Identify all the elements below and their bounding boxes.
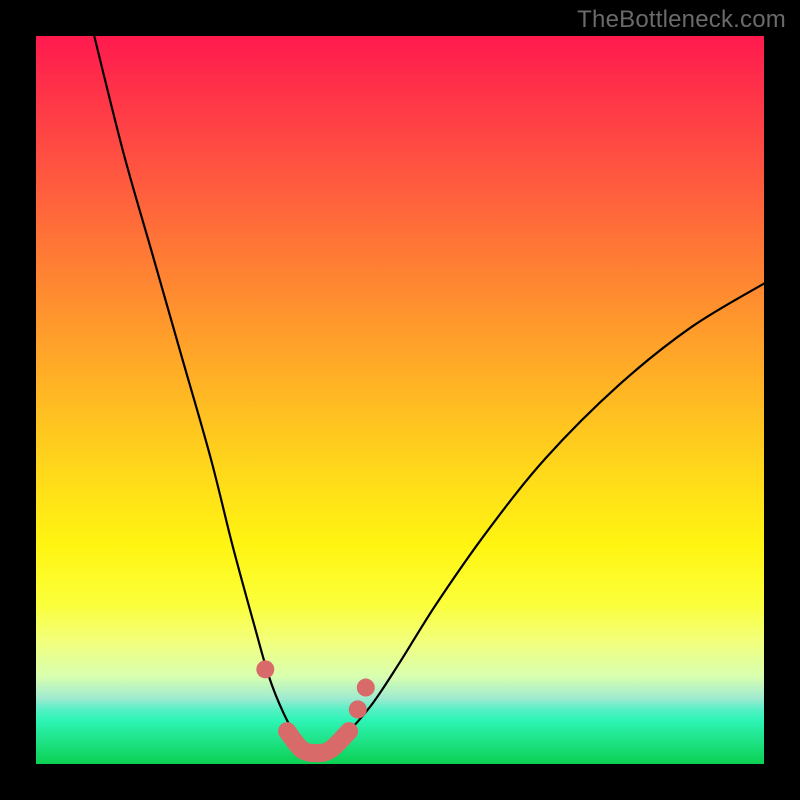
watermark-text: TheBottleneck.com (577, 6, 786, 34)
highlight-marker (256, 660, 274, 678)
highlight-marker (278, 722, 296, 740)
chart-frame: TheBottleneck.com (0, 0, 800, 800)
highlight-marker (349, 700, 367, 718)
plot-area (36, 36, 764, 764)
highlight-marker (340, 722, 358, 740)
bottleneck-curve (94, 36, 764, 751)
highlight-marker (357, 679, 375, 697)
highlight-markers (256, 660, 374, 762)
highlight-marker (322, 740, 340, 758)
curve-svg (36, 36, 764, 764)
